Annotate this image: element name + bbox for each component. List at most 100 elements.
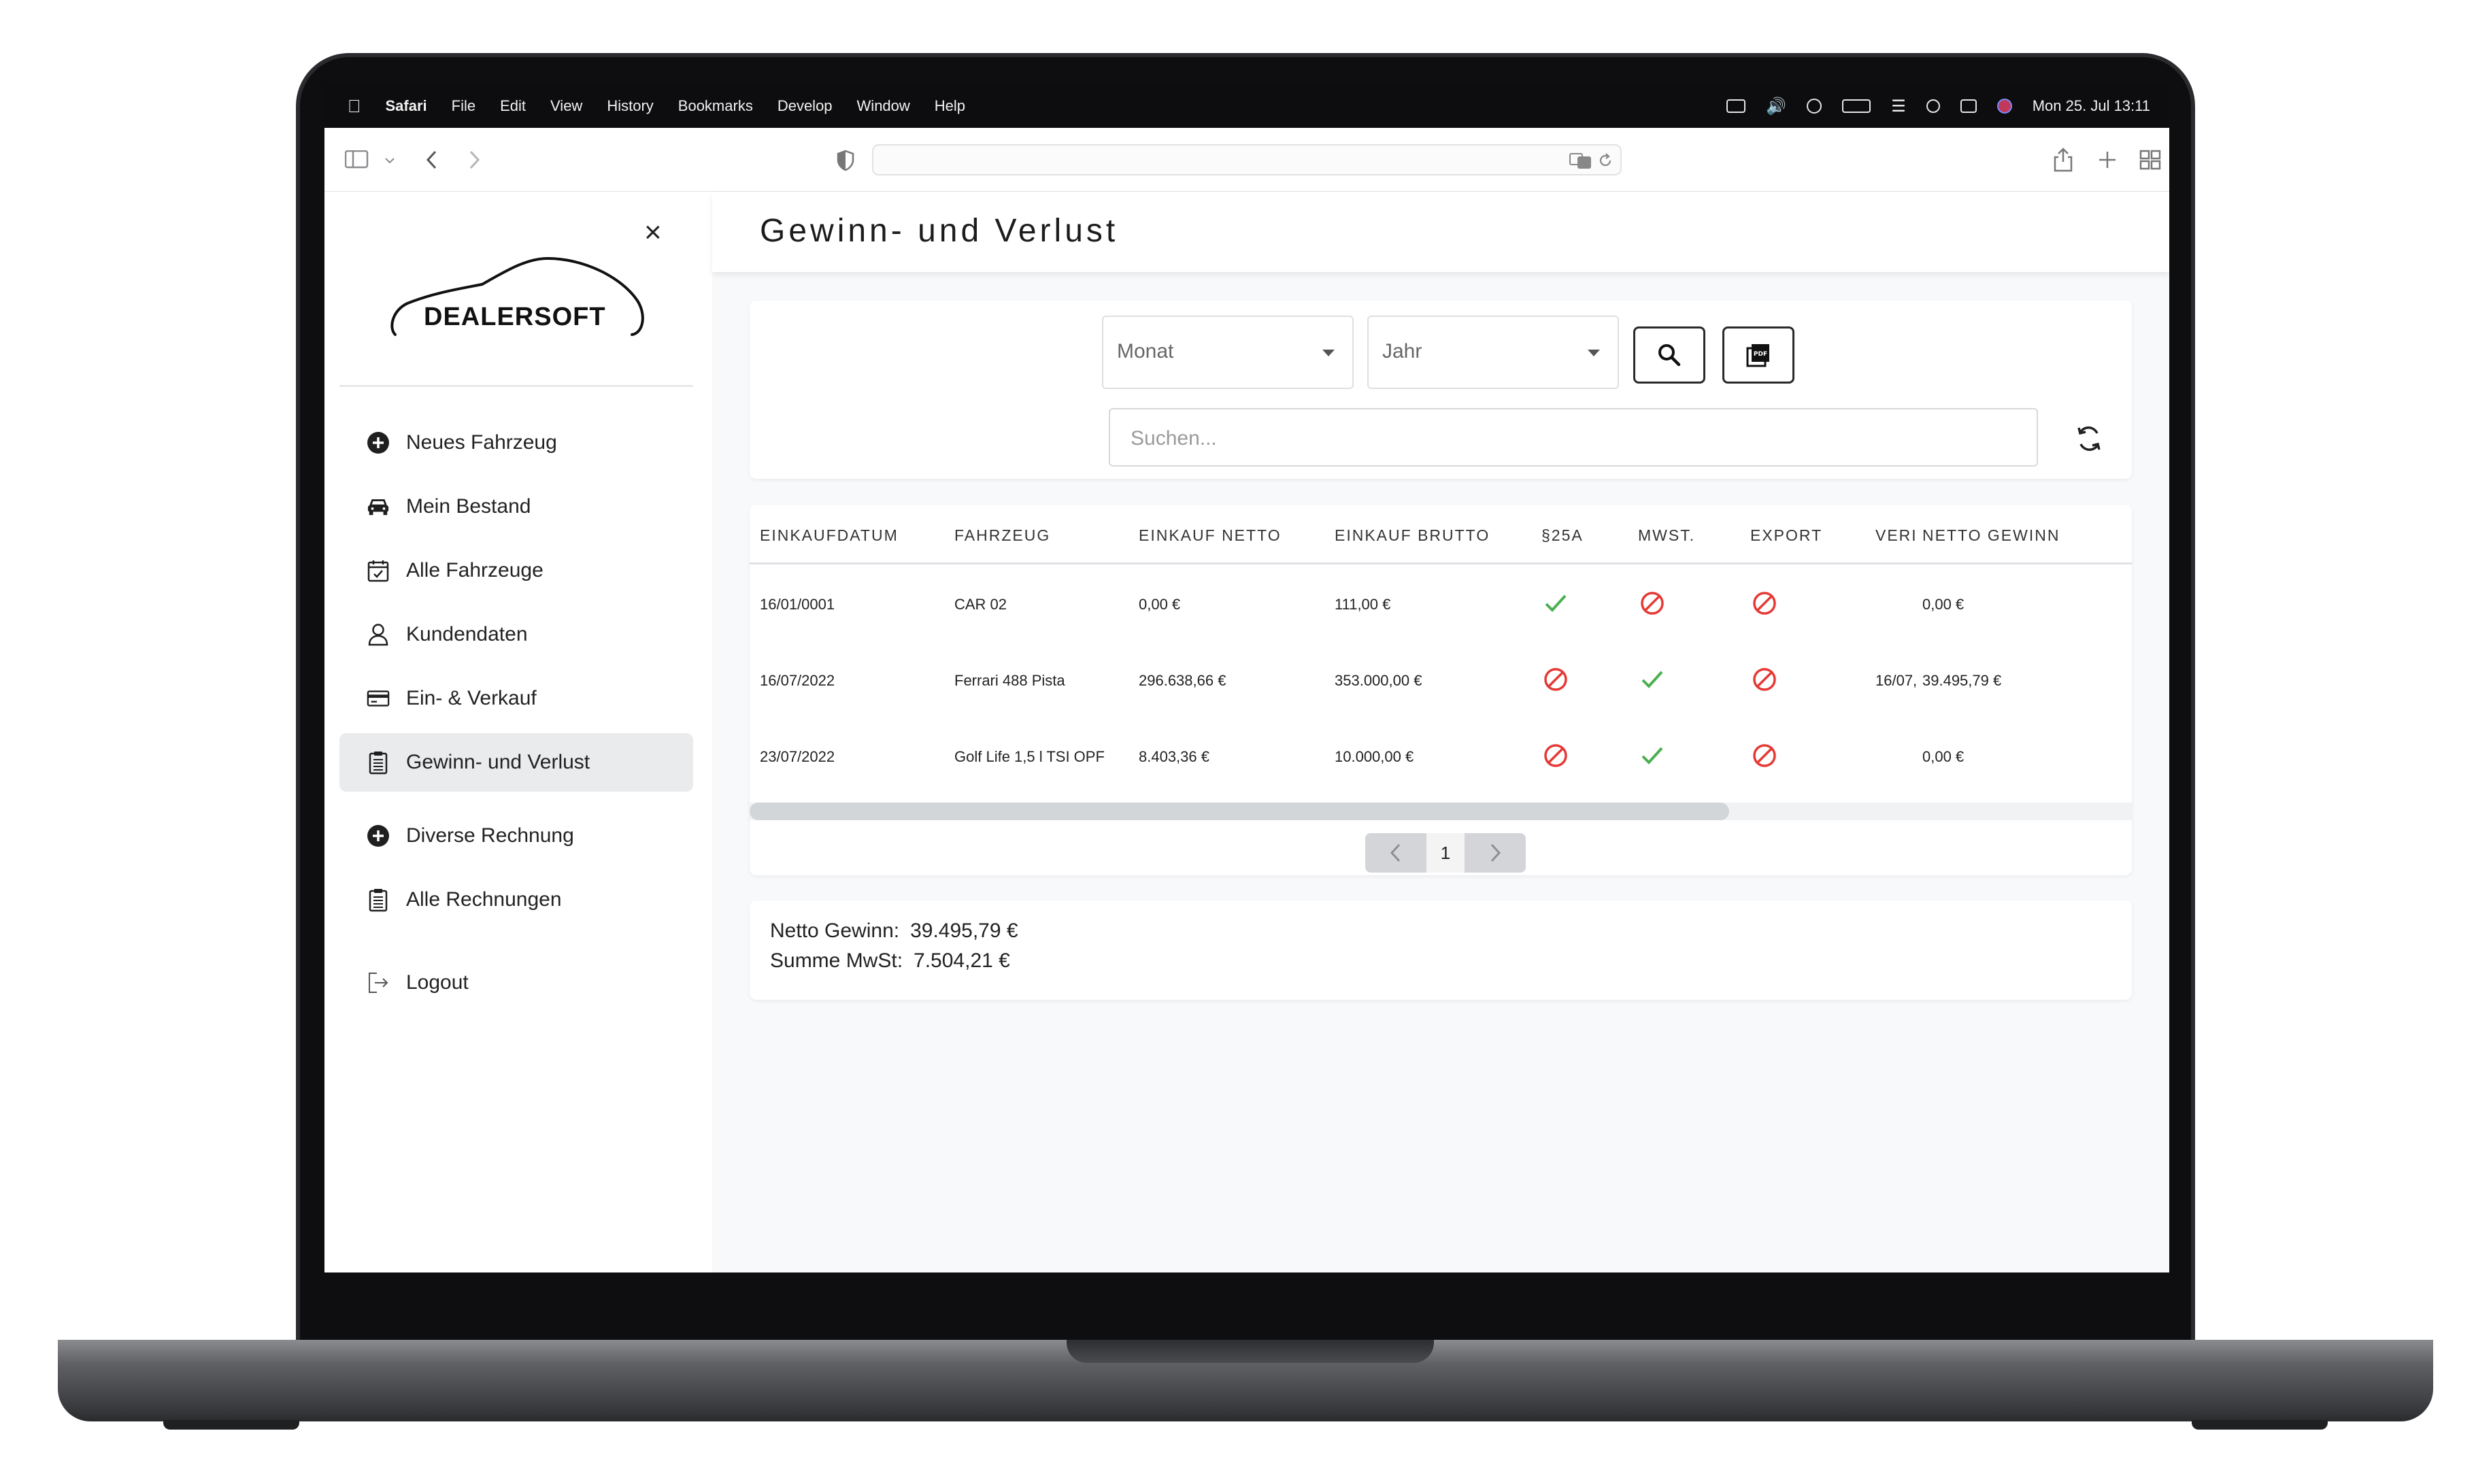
- chevron-down-icon[interactable]: [384, 156, 395, 165]
- menu-help[interactable]: Help: [935, 97, 965, 115]
- clipboard-icon: [367, 751, 390, 775]
- siri-icon[interactable]: [1996, 99, 2012, 114]
- clipboard-icon: [367, 888, 390, 912]
- cell-gross: 111,00 €: [1335, 596, 1391, 613]
- apple-icon[interactable]: : [348, 96, 361, 117]
- sidebar-item-mein-bestand[interactable]: Mein Bestand: [339, 477, 693, 536]
- wifi-icon[interactable]: ☰: [1891, 97, 1906, 116]
- translate-icon[interactable]: [1569, 152, 1592, 169]
- menu-file[interactable]: File: [452, 97, 475, 115]
- sidebar-item-ein-verkauf[interactable]: Ein- & Verkauf: [339, 669, 693, 728]
- prev-page-button[interactable]: [1365, 833, 1426, 873]
- pagination: 1: [1365, 833, 1526, 873]
- sidebar-toggle-icon[interactable]: [345, 150, 372, 169]
- play-icon[interactable]: [1807, 99, 1822, 114]
- share-icon[interactable]: [2052, 147, 2074, 173]
- page-header: Gewinn- und Verlust: [712, 192, 2169, 272]
- summary-card: Netto Gewinn: 39.495,79 € Summe MwSt: 7.50…: [750, 900, 2132, 1000]
- sidebar-item-label: Ein- & Verkauf: [406, 687, 537, 709]
- privacy-shield-icon[interactable]: [836, 150, 855, 171]
- col-netto-gewinn[interactable]: NETTO GEWINN: [1922, 526, 2060, 545]
- reload-icon[interactable]: [1597, 152, 1614, 169]
- table-row[interactable]: 23/07/2022 Golf Life 1,5 l TSI OPF 8.403…: [750, 720, 2132, 796]
- sidebar-item-alle-rechnungen[interactable]: Alle Rechnungen: [339, 871, 693, 929]
- cell-profit: 0,00 €: [1922, 596, 1965, 613]
- sidebar-item-logout[interactable]: Logout: [339, 954, 693, 1012]
- menu-history[interactable]: History: [607, 97, 653, 115]
- battery-icon[interactable]: [1842, 99, 1871, 113]
- sidebar-item-kundendaten[interactable]: Kundendaten: [339, 605, 693, 664]
- laptop-foot: [2192, 1420, 2328, 1430]
- menubar-clock[interactable]: Mon 25. Jul 13:11: [2033, 97, 2150, 115]
- table-row[interactable]: 16/07/2022 Ferrari 488 Pista 296.638,66 …: [750, 643, 2132, 720]
- app-root: × DEALERSOFT Neues Fahrzeug Mein Bestand: [324, 192, 2169, 1272]
- year-select[interactable]: Jahr: [1367, 316, 1619, 389]
- month-select[interactable]: Monat: [1102, 316, 1354, 389]
- tab-overview-icon[interactable]: [2139, 150, 2161, 170]
- logo-text: DEALERSOFT: [424, 303, 606, 331]
- forward-icon[interactable]: [467, 150, 481, 170]
- keyboard-icon[interactable]: [1726, 99, 1746, 113]
- search-button[interactable]: [1633, 326, 1705, 384]
- menu-view[interactable]: View: [550, 97, 582, 115]
- col-einkauf-netto[interactable]: EINKAUF NETTO: [1139, 526, 1282, 545]
- pl-table: EINKAUFDATUM FAHRZEUG EINKAUF NETTO EINK…: [750, 505, 2132, 875]
- summary-net-row: Netto Gewinn: 39.495,79 €: [770, 920, 1018, 943]
- sidebar-item-alle-fahrzeuge[interactable]: Alle Fahrzeuge: [339, 541, 693, 600]
- col-export[interactable]: EXPORT: [1750, 526, 1822, 545]
- main-content: Gewinn- und Verlust Monat Jahr PDF Suche…: [712, 192, 2169, 1272]
- col-25a[interactable]: §25A: [1541, 526, 1584, 545]
- col-einkaufdatum[interactable]: EINKAUFDATUM: [760, 526, 899, 545]
- chevron-left-icon: [1390, 843, 1401, 862]
- close-sidebar-button[interactable]: ×: [644, 218, 662, 248]
- cell-date: 16/01/0001: [760, 596, 835, 613]
- address-bar[interactable]: [872, 144, 1622, 175]
- current-page[interactable]: 1: [1426, 833, 1465, 873]
- filter-card: Monat Jahr PDF Suchen...: [750, 301, 2132, 479]
- plus-circle-icon: [367, 431, 390, 454]
- summary-vat-value: 7.504,21 €: [914, 949, 1010, 972]
- sidebar-divider: [339, 385, 693, 387]
- sidebar: × DEALERSOFT Neues Fahrzeug Mein Bestand: [324, 192, 712, 1272]
- cell-net: 8.403,36 €: [1139, 748, 1209, 765]
- sidebar-item-neues-fahrzeug[interactable]: Neues Fahrzeug: [339, 414, 693, 472]
- pdf-export-button[interactable]: PDF: [1722, 326, 1794, 384]
- table-header: EINKAUFDATUM FAHRZEUG EINKAUF NETTO EINK…: [750, 505, 2132, 564]
- menu-edit[interactable]: Edit: [500, 97, 526, 115]
- control-center-icon[interactable]: [1960, 99, 1977, 113]
- sidebar-item-label: Kundendaten: [406, 623, 528, 645]
- col-fahrzeug[interactable]: FAHRZEUG: [954, 526, 1050, 545]
- refresh-icon[interactable]: [2072, 422, 2106, 456]
- user-icon: [367, 623, 390, 646]
- sidebar-item-label: Neues Fahrzeug: [406, 431, 557, 454]
- ban-icon: [1544, 744, 1567, 767]
- menu-window[interactable]: Window: [857, 97, 910, 115]
- next-page-button[interactable]: [1465, 833, 1526, 873]
- sidebar-item-diverse-rechnung[interactable]: Diverse Rechnung: [339, 807, 693, 865]
- col-einkauf-brutto[interactable]: EINKAUF BRUTTO: [1335, 526, 1490, 545]
- ban-icon: [1641, 592, 1664, 615]
- year-select-value: Jahr: [1382, 340, 1422, 362]
- col-veri[interactable]: VERI: [1875, 526, 1918, 545]
- horizontal-scrollbar-thumb[interactable]: [750, 803, 1729, 820]
- menu-app-name[interactable]: Safari: [386, 97, 427, 115]
- page-title: Gewinn- und Verlust: [760, 213, 1119, 249]
- laptop-notch: [1067, 1340, 1434, 1363]
- menu-bookmarks[interactable]: Bookmarks: [678, 97, 753, 115]
- table-row[interactable]: 16/01/0001 CAR 02 0,00 € 111,00 € 0,00 €: [750, 567, 2132, 643]
- sidebar-item-gewinn-verlust[interactable]: Gewinn- und Verlust: [339, 733, 693, 792]
- search-input[interactable]: Suchen...: [1109, 408, 2038, 467]
- menu-develop[interactable]: Develop: [778, 97, 833, 115]
- chevron-right-icon: [1490, 843, 1501, 862]
- car-icon: [367, 495, 390, 518]
- back-icon[interactable]: [425, 150, 439, 170]
- cell-date: 16/07/2022: [760, 672, 835, 689]
- new-tab-icon[interactable]: [2097, 150, 2118, 170]
- cell-profit: 0,00 €: [1922, 748, 1965, 765]
- summary-vat-row: Summe MwSt: 7.504,21 €: [770, 949, 1010, 973]
- spotlight-icon[interactable]: [1926, 99, 1940, 113]
- col-mwst[interactable]: MWST.: [1638, 526, 1695, 545]
- pdf-icon: PDF: [1746, 344, 1769, 367]
- volume-icon[interactable]: 🔊: [1766, 97, 1786, 116]
- month-select-value: Monat: [1117, 340, 1174, 362]
